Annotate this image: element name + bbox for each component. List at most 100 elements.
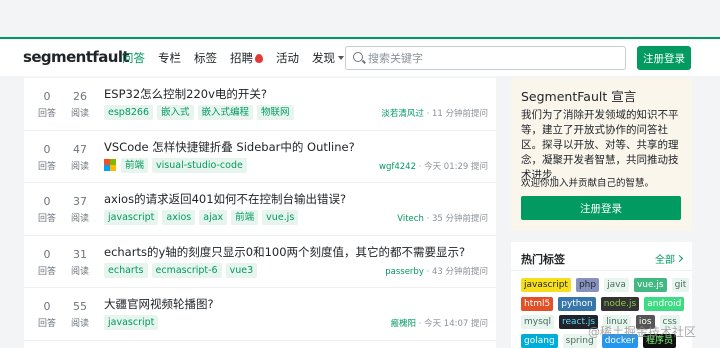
question-tag[interactable]: 物联网 <box>257 105 294 120</box>
question-meta: 瘢槐阳 · 今天 14:07 提问 <box>390 317 488 329</box>
view-count-label: 阅读 <box>70 214 89 224</box>
question-author[interactable]: passerby <box>385 267 424 277</box>
question-item: 0 回答 55 阅读 大疆官网视频轮播图? javascript 瘢槐阳 · 今天 … <box>24 288 496 341</box>
question-author[interactable]: 瘢槐阳 <box>390 319 416 329</box>
view-count-number: 26 <box>73 90 87 103</box>
question-tags: esp8266 嵌入式 嵌入式编程 物联网 <box>104 105 298 120</box>
logo[interactable]: segmentfault <box>23 48 130 66</box>
question-title[interactable]: echarts的y轴的刻度只显示0和100两个刻度值，其它的都不需要显示? <box>104 244 465 260</box>
question-tag[interactable]: 前端 <box>231 210 259 225</box>
divider <box>511 270 692 271</box>
question-title[interactable]: axios的请求返回401如何不在控制台输出错误? <box>104 191 346 207</box>
view-count-label: 阅读 <box>70 266 89 277</box>
chevron-right-icon <box>675 254 684 263</box>
nav-item-columns[interactable]: 专栏 <box>158 50 181 66</box>
hot-tag[interactable]: javascript <box>521 278 571 292</box>
all-tags-label: 全部 <box>655 255 675 266</box>
nav-item-events[interactable]: 活动 <box>276 50 299 66</box>
question-tag[interactable]: visual-studio-code <box>152 157 247 173</box>
question-tag[interactable]: vue.js <box>262 210 299 225</box>
question-tag[interactable]: esp8266 <box>104 105 154 120</box>
search-box <box>345 46 626 70</box>
nav-item-tags[interactable]: 标签 <box>194 50 217 66</box>
answer-count: 0 回答 <box>32 195 62 224</box>
question-tag[interactable]: axios <box>162 210 196 225</box>
hot-tag[interactable]: php <box>575 278 600 292</box>
hot-tag[interactable]: git <box>671 278 690 292</box>
hot-tag[interactable]: mysql <box>521 315 554 329</box>
question-author[interactable]: wgf4242 <box>379 162 416 172</box>
question-tag[interactable]: ecmascript-6 <box>151 262 222 278</box>
question-title[interactable]: VSCode 怎样快捷键折叠 Sidebar中的 Outline? <box>104 139 355 155</box>
question-meta: Vitech · 35 分钟前提问 <box>397 212 488 224</box>
answer-count: 0 回答 <box>32 90 62 119</box>
nav-item-discover-label: 发现 <box>312 51 335 65</box>
hot-tag[interactable]: node.js <box>600 296 640 311</box>
question-time: · 今天 14:07 提问 <box>418 319 488 329</box>
answer-count-label: 回答 <box>37 266 56 277</box>
hot-tags-row: javascript php java vue.js git <box>521 278 691 292</box>
view-count: 37 阅读 <box>65 195 95 224</box>
view-count-label: 阅读 <box>70 109 89 119</box>
view-count: 47 阅读 <box>65 143 95 172</box>
hot-tag[interactable]: android <box>644 296 685 311</box>
search-input[interactable] <box>368 49 618 67</box>
hot-tag[interactable]: html5 <box>521 296 554 311</box>
fire-icon <box>255 53 263 63</box>
search-icon <box>353 52 363 62</box>
question-time: · 今天 01:29 提问 <box>418 161 488 172</box>
sidebar-register-button[interactable]: 注册登录 <box>521 196 681 220</box>
view-count-number: 55 <box>73 300 87 313</box>
answer-count-number: 0 <box>43 195 51 208</box>
question-item: 0 回答 31 阅读 echarts的y轴的刻度只显示0和100两个刻度值，其它的都… <box>24 236 496 288</box>
question-tag[interactable]: vue3 <box>225 262 258 278</box>
view-count-number: 47 <box>73 142 87 156</box>
question-tag[interactable]: ajax <box>199 210 228 225</box>
question-tags: javascript axios ajax 前端 vue.js <box>104 210 302 225</box>
hot-tag[interactable]: python <box>558 296 596 311</box>
hot-tag[interactable]: vue.js <box>633 278 667 292</box>
hot-tags-row: html5 python node.js android <box>521 296 691 311</box>
register-login-button[interactable]: 注册登录 <box>637 46 691 70</box>
manifesto-title: SegmentFault 宣言 <box>521 89 637 104</box>
question-meta: 淡若清风过 · 11 分钟前提问 <box>381 107 488 119</box>
nav-item-discover[interactable]: 发现 <box>312 50 344 66</box>
question-time: · 35 分钟前提问 <box>426 214 488 224</box>
question-list: 0 回答 26 阅读 ESP32怎么控制220v电的开关? esp8266 嵌入式 … <box>24 78 496 348</box>
question-meta: passerby · 43 分钟前提问 <box>385 265 488 277</box>
view-count-label: 阅读 <box>70 161 89 172</box>
question-time: · 11 分钟前提问 <box>426 109 488 119</box>
hot-tag[interactable]: golang <box>521 333 558 348</box>
question-item: 0 回答 47 阅读 VSCode 怎样快捷键折叠 Sidebar中的 Outlin… <box>24 131 496 183</box>
question-tag[interactable]: javascript <box>104 315 159 330</box>
view-count-label: 阅读 <box>70 319 89 329</box>
answer-count: 0 回答 <box>32 300 62 329</box>
all-tags-link[interactable]: 全部 <box>655 251 684 266</box>
nav-item-jobs[interactable]: 招聘 <box>230 50 263 66</box>
view-count: 26 阅读 <box>65 90 95 119</box>
question-item: 0 回答 26 阅读 ESP32怎么控制220v电的开关? esp8266 嵌入式 … <box>24 78 496 131</box>
question-tag[interactable]: 嵌入式 <box>157 105 194 120</box>
answer-count-label: 回答 <box>37 109 56 119</box>
question-tag[interactable]: 前端 <box>121 157 149 173</box>
question-author[interactable]: 淡若清风过 <box>381 109 424 119</box>
question-title[interactable]: ESP32怎么控制220v电的开关? <box>104 86 267 102</box>
answer-count-number: 0 <box>43 247 51 261</box>
manifesto-welcome: 欢迎你加入并贡献自己的智慧。 <box>521 178 655 189</box>
nav-item-questions[interactable]: 问答 <box>122 50 145 66</box>
question-tag[interactable]: echarts <box>104 262 148 278</box>
chevron-down-icon <box>338 56 344 60</box>
main-nav: 问答 专栏 标签 招聘 活动 发现 <box>122 50 357 66</box>
question-tag[interactable]: javascript <box>104 210 159 225</box>
view-count-number: 37 <box>73 195 87 208</box>
hot-tag[interactable]: java <box>604 278 629 292</box>
answer-count-number: 0 <box>43 300 51 313</box>
view-count: 31 阅读 <box>65 248 95 277</box>
answer-count-number: 0 <box>43 142 51 156</box>
windows-logo-icon <box>104 159 116 171</box>
question-author[interactable]: Vitech <box>397 214 424 224</box>
answer-count-label: 回答 <box>37 214 56 224</box>
question-title[interactable]: 大疆官网视频轮播图? <box>104 296 214 312</box>
question-tag[interactable]: 嵌入式编程 <box>197 105 254 120</box>
question-meta: wgf4242 · 今天 01:29 提问 <box>379 160 488 172</box>
